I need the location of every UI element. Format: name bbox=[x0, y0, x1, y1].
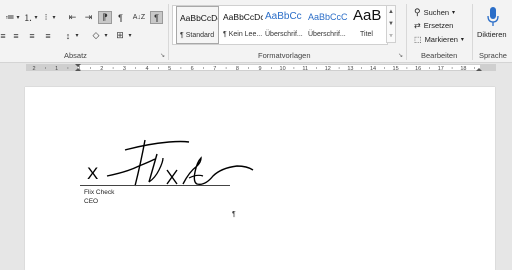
ruler-label: 6 bbox=[191, 66, 194, 72]
right-indent-marker[interactable] bbox=[476, 68, 482, 71]
select-icon: ⬚ bbox=[414, 35, 422, 44]
align-left-icon[interactable]: ≡ bbox=[0, 29, 8, 42]
style-preview: AaB bbox=[353, 7, 382, 24]
ruler-label: 11 bbox=[302, 66, 308, 72]
style-name: ¶ Standard bbox=[180, 32, 215, 39]
ruler-label: 1 bbox=[55, 66, 58, 72]
replace-icon: ⇄ bbox=[414, 21, 421, 30]
style-name: Überschrif... bbox=[308, 31, 346, 38]
rtl-direction-icon[interactable]: ¶ bbox=[114, 11, 127, 24]
chevron-down-icon[interactable]: ▾ bbox=[33, 11, 39, 24]
styles-launcher-icon[interactable]: ↘ bbox=[398, 52, 403, 59]
ruler-label: 17 bbox=[438, 66, 444, 72]
style-title[interactable]: AaB Titel bbox=[348, 6, 386, 44]
chevron-down-icon: ▾ bbox=[460, 37, 464, 43]
decrease-indent-icon[interactable]: ⇤ bbox=[66, 11, 79, 24]
increase-indent-icon[interactable]: ⇥ bbox=[82, 11, 95, 24]
find-button[interactable]: ⚲ Suchen ▾ bbox=[414, 7, 455, 18]
style-preview: AaBbCcDc bbox=[180, 13, 219, 23]
styles-group-label: Formatvorlagen bbox=[258, 51, 311, 60]
voice-group-label: Sprache bbox=[479, 51, 507, 60]
handwritten-signature bbox=[106, 139, 254, 187]
justify-icon[interactable]: ≡ bbox=[42, 29, 54, 42]
microphone-icon bbox=[487, 7, 499, 26]
dictate-label: Diktieren bbox=[477, 30, 507, 39]
style-name: Überschrif... bbox=[265, 31, 303, 38]
sort-icon[interactable]: A↓Z bbox=[132, 11, 146, 24]
ruler-label: 7 bbox=[213, 66, 216, 72]
paragraph-mark: ¶ bbox=[232, 211, 236, 218]
replace-button[interactable]: ⇄ Ersetzen bbox=[414, 21, 453, 30]
divider bbox=[472, 4, 473, 60]
replace-label: Ersetzen bbox=[423, 21, 454, 30]
dictate-button[interactable]: Diktieren bbox=[474, 4, 512, 48]
editing-group-label: Bearbeiten bbox=[421, 51, 458, 60]
ribbon: ≔ ▾ ⒈ ▾ ⁝ ▾ ⇤ ⇥ ⁋ ¶ A↓Z ¶ ≡ ≡ ≡ ≡ ↕ ▾ ◇ … bbox=[0, 0, 512, 63]
divider bbox=[168, 4, 169, 60]
chevron-down-icon[interactable]: ▾ bbox=[74, 29, 80, 42]
ruler-label: 15 bbox=[393, 66, 399, 72]
ruler-label: 5 bbox=[168, 66, 171, 72]
style-name: ¶ Kein Lee... bbox=[223, 31, 263, 38]
divider bbox=[406, 4, 407, 60]
find-label: Suchen bbox=[423, 8, 450, 17]
chevron-down-icon[interactable]: ▾ bbox=[127, 29, 133, 42]
line-spacing-icon[interactable]: ↕ bbox=[62, 29, 74, 42]
ruler-label: 12 bbox=[325, 66, 331, 72]
ruler-label: 14 bbox=[370, 66, 376, 72]
select-button[interactable]: ⬚ Markieren ▾ bbox=[414, 35, 464, 44]
ruler-ticks: 2 1 1 2 3 4 5 6 7 8 9 10 11 12 13 14 15 16 17 18 bbox=[32, 64, 482, 72]
style-name: Titel bbox=[360, 31, 373, 38]
align-right-icon[interactable]: ≡ bbox=[26, 29, 38, 42]
styles-gallery-scroll[interactable]: ▲ ▼ ▿ bbox=[386, 5, 396, 43]
chevron-down-icon[interactable]: ▾ bbox=[51, 11, 57, 24]
paragraph-launcher-icon[interactable]: ↘ bbox=[160, 52, 165, 59]
chevron-down-icon[interactable]: ▾ bbox=[103, 29, 109, 42]
ruler-label: 4 bbox=[145, 66, 148, 72]
signer-title: CEO bbox=[84, 198, 99, 205]
ruler-label: 2 bbox=[100, 66, 103, 72]
select-label: Markieren bbox=[424, 35, 458, 44]
search-icon: ⚲ bbox=[414, 7, 421, 17]
chevron-down-icon[interactable]: ▾ bbox=[15, 11, 21, 24]
ltr-direction-icon[interactable]: ⁋ bbox=[98, 11, 112, 24]
scroll-up-icon[interactable]: ▲ bbox=[387, 6, 395, 18]
ruler-label: 3 bbox=[123, 66, 126, 72]
borders-icon[interactable]: ⊞ bbox=[114, 29, 126, 42]
style-preview: AaBbCcC bbox=[308, 12, 348, 22]
show-formatting-marks-icon[interactable]: ¶ bbox=[150, 11, 163, 24]
ruler-label: 13 bbox=[347, 66, 353, 72]
styles-gallery: AaBbCcDc ¶ Standard AaBbCcDc ¶ Kein Lee.… bbox=[172, 5, 388, 45]
chevron-down-icon: ▾ bbox=[452, 10, 456, 16]
horizontal-ruler[interactable]: 2 1 1 2 3 4 5 6 7 8 9 10 11 12 13 14 15 16 17 18 bbox=[0, 63, 512, 72]
style-standard[interactable]: AaBbCcDc ¶ Standard bbox=[176, 6, 219, 44]
more-styles-icon[interactable]: ▿ bbox=[387, 30, 395, 42]
align-center-icon[interactable]: ≡ bbox=[10, 29, 22, 42]
style-heading-2[interactable]: AaBbCcC Überschrif... bbox=[305, 6, 348, 44]
style-heading-1[interactable]: AaBbCc Überschrif... bbox=[262, 6, 305, 44]
ruler-label: 10 bbox=[280, 66, 286, 72]
paragraph-group-label: Absatz bbox=[64, 51, 87, 60]
ruler-label: 9 bbox=[258, 66, 261, 72]
signer-name: Flix Check bbox=[84, 189, 115, 196]
ruler-label: 16 bbox=[415, 66, 421, 72]
document-page[interactable]: X Flix Check CEO ¶ bbox=[25, 87, 495, 270]
ruler-label: 2 bbox=[32, 66, 35, 72]
shading-icon[interactable]: ◇ bbox=[90, 29, 102, 42]
style-preview: AaBbCcDc bbox=[223, 12, 263, 22]
style-no-spacing[interactable]: AaBbCcDc ¶ Kein Lee... bbox=[220, 6, 263, 44]
scroll-down-icon[interactable]: ▼ bbox=[387, 18, 395, 30]
ruler-label: 18 bbox=[460, 66, 466, 72]
style-preview: AaBbCc bbox=[265, 11, 302, 22]
ruler-label: 8 bbox=[236, 66, 239, 72]
signature-line bbox=[80, 185, 230, 186]
